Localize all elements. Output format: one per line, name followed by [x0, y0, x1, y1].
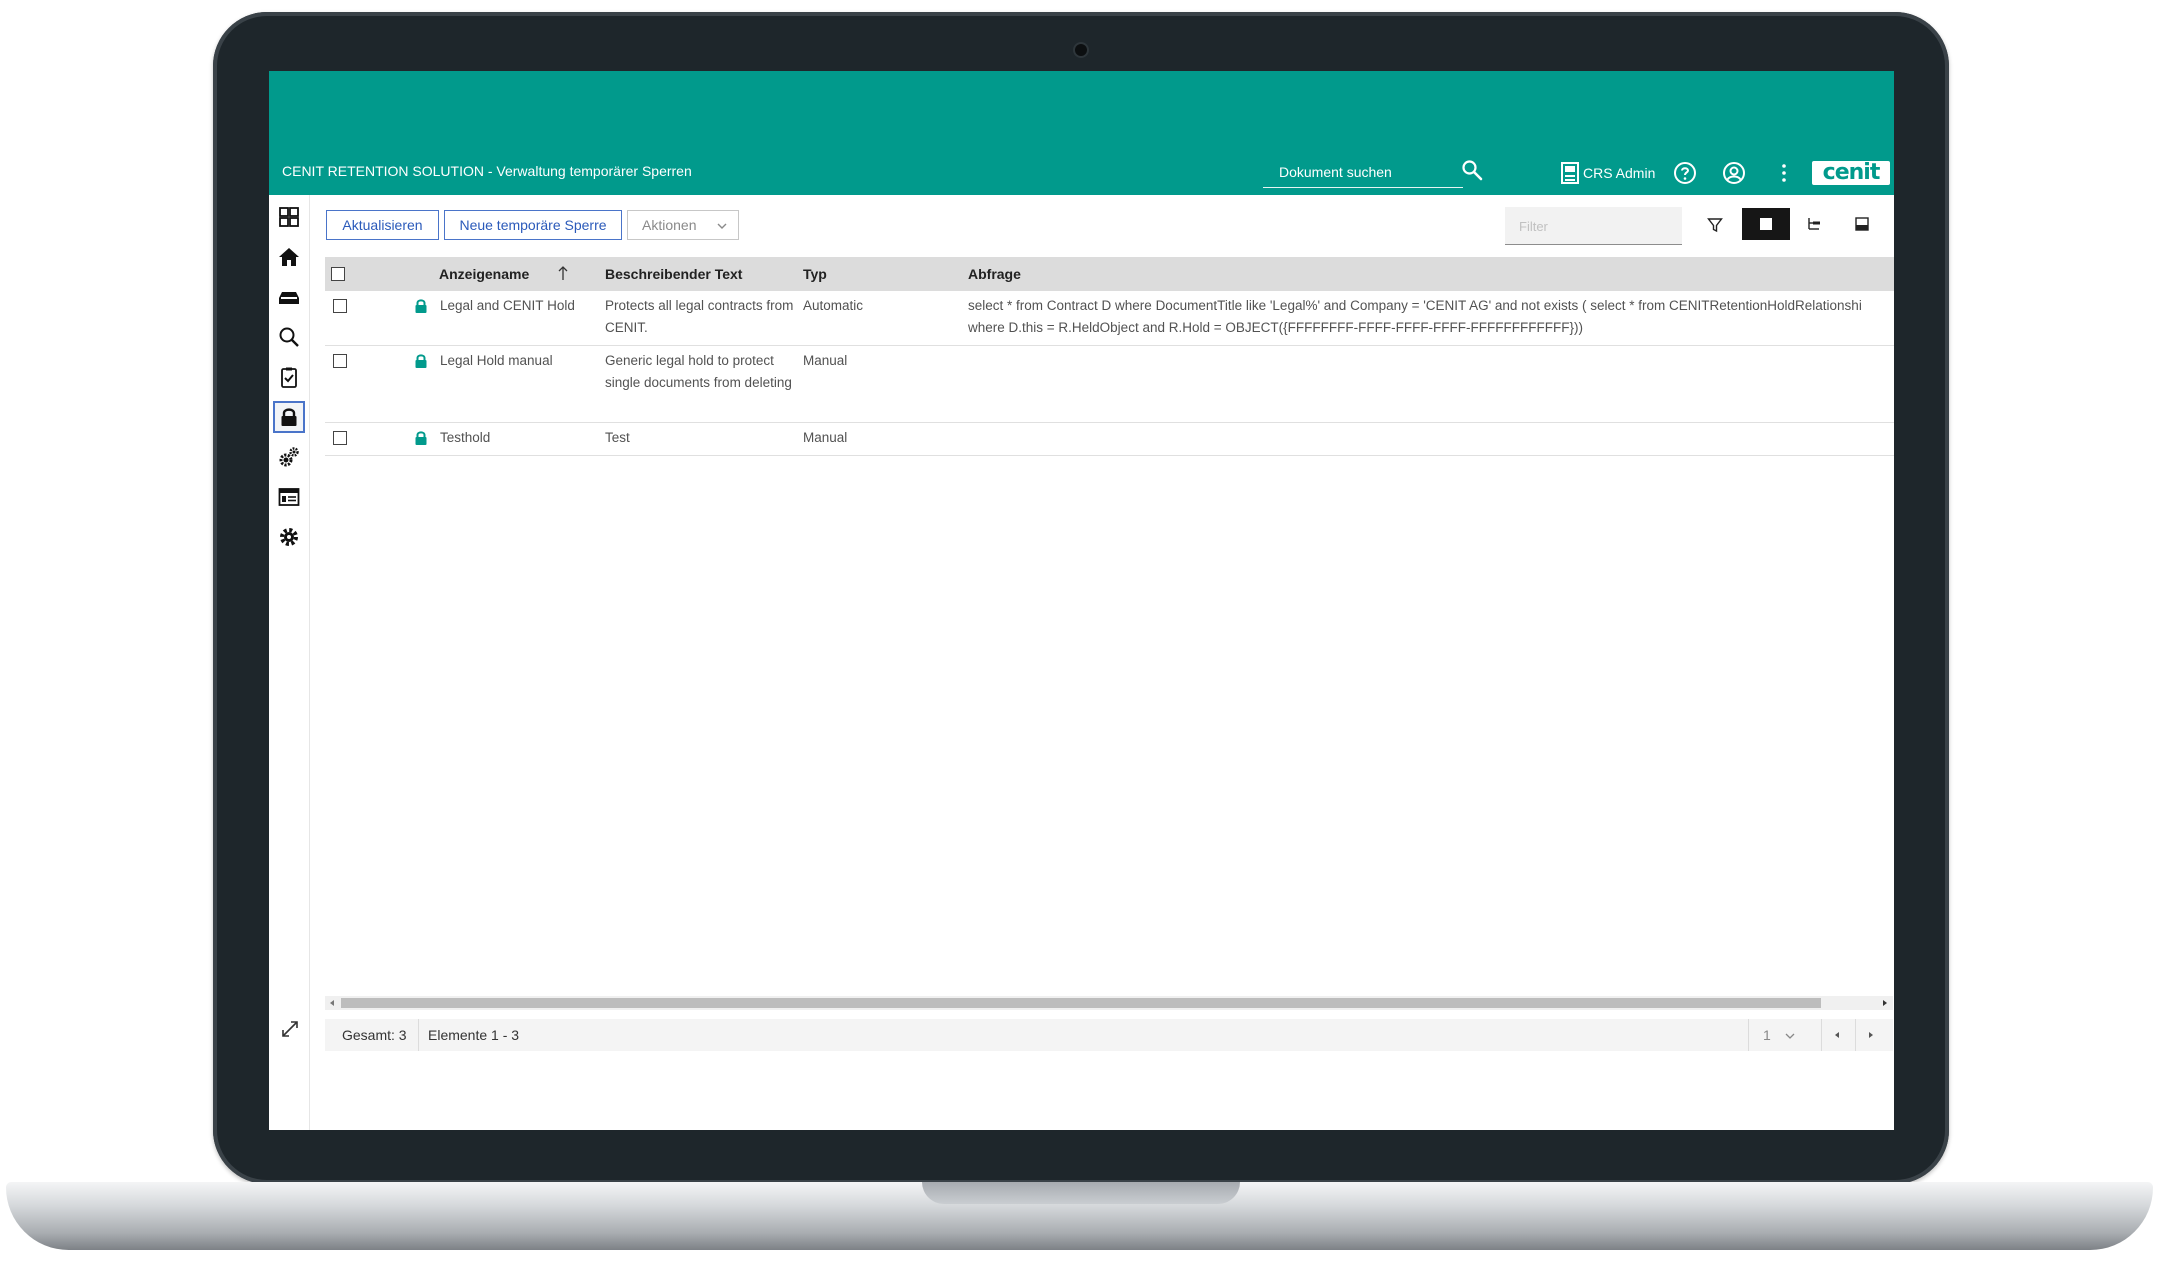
horizontal-scrollbar[interactable]: [325, 996, 1893, 1010]
footer-divider: [1821, 1019, 1822, 1051]
row-checkbox[interactable]: [333, 299, 347, 313]
nav-item-forms[interactable]: [273, 481, 305, 513]
nav-item-home[interactable]: [273, 241, 305, 273]
cenit-logo: cenit: [1812, 161, 1890, 185]
hold-description: Protects all legal contracts from CENIT.: [605, 298, 794, 335]
nav-item-processes[interactable]: [273, 441, 305, 473]
actions-dropdown[interactable]: Aktionen: [627, 210, 739, 240]
filter-funnel-icon: [1707, 218, 1723, 233]
next-page-icon[interactable]: [1866, 1030, 1876, 1040]
chevron-down-icon: [1785, 1033, 1795, 1039]
scroll-right-icon[interactable]: [1880, 998, 1890, 1008]
refresh-button[interactable]: Aktualisieren: [326, 210, 439, 240]
settings-gear-icon: [280, 528, 298, 546]
webcam: [1075, 44, 1087, 56]
magazine-view-icon: [1855, 217, 1869, 231]
nav-item-holds[interactable]: [273, 401, 305, 433]
filter-button[interactable]: [1702, 212, 1728, 238]
user-profile-icon[interactable]: [1722, 161, 1746, 185]
previous-page-icon[interactable]: [1832, 1030, 1842, 1040]
dashboard-icon: [279, 207, 299, 227]
table-header: Anzeigename Beschreibender Text Typ Abfr…: [325, 257, 1894, 291]
hold-name: Legal Hold manual: [440, 353, 553, 368]
nav-item-inbox[interactable]: [273, 281, 305, 313]
page-number: 1: [1763, 1027, 1771, 1043]
hold-name: Legal and CENIT Hold: [440, 298, 575, 313]
row-checkbox[interactable]: [333, 431, 347, 445]
table-footer: Gesamt: 3 Elemente 1 - 3 1: [325, 1019, 1893, 1051]
hold-type: Manual: [803, 430, 848, 445]
hold-type: Automatic: [803, 298, 864, 313]
nav-item-dashboard[interactable]: [273, 201, 305, 233]
app-title: CENIT RETENTION SOLUTION - Verwaltung te…: [282, 163, 692, 179]
hold-description: Test: [605, 430, 630, 445]
home-icon: [279, 248, 299, 266]
table-row[interactable]: Testhold Test Manual: [325, 423, 1894, 456]
expand-icon[interactable]: [279, 1018, 301, 1040]
more-options-icon[interactable]: [1772, 161, 1796, 185]
tree-view-icon: [1808, 218, 1820, 230]
column-header-query[interactable]: Abfrage: [968, 266, 1021, 282]
row-checkbox[interactable]: [333, 354, 347, 368]
column-header-type[interactable]: Typ: [803, 266, 827, 282]
left-navigation: [269, 195, 310, 1130]
total-count: Gesamt: 3: [342, 1027, 407, 1043]
search-icon: [279, 327, 299, 347]
sort-ascending-icon[interactable]: [557, 265, 569, 281]
hold-lock-icon: [415, 299, 427, 313]
search-icon[interactable]: [1461, 159, 1483, 181]
user-name: CRS Admin: [1583, 165, 1656, 181]
hold-name: Testhold: [440, 430, 491, 445]
items-range: Elemente 1 - 3: [428, 1027, 520, 1043]
details-view-icon: [1760, 218, 1772, 230]
details-view-button[interactable]: [1742, 208, 1790, 240]
document-search-input[interactable]: [1263, 159, 1449, 185]
help-icon[interactable]: [1673, 161, 1697, 185]
clipboard-check-icon: [281, 367, 297, 388]
filter-field[interactable]: [1505, 207, 1698, 246]
form-icon: [278, 488, 300, 506]
magazine-view-button[interactable]: [1838, 208, 1886, 240]
actions-label: Aktionen: [642, 217, 697, 233]
select-all-checkbox[interactable]: [331, 267, 345, 281]
document-search[interactable]: [1263, 159, 1463, 188]
inbox-icon: [279, 292, 299, 304]
hold-lock-icon: [415, 354, 427, 368]
hold-query: select * from Contract D where DocumentT…: [968, 298, 1862, 335]
nav-item-search[interactable]: [273, 321, 305, 353]
user-badge-icon: [1561, 162, 1579, 184]
footer-divider: [418, 1019, 419, 1051]
tree-view-button[interactable]: [1790, 208, 1838, 240]
filter-input[interactable]: [1505, 207, 1698, 246]
app-header: CENIT RETENTION SOLUTION - Verwaltung te…: [269, 71, 1894, 195]
nav-item-tasks[interactable]: [273, 361, 305, 393]
app-screen: CENIT RETENTION SOLUTION - Verwaltung te…: [269, 71, 1894, 1130]
table-row[interactable]: Legal and CENIT Hold Protects all legal …: [325, 291, 1894, 346]
laptop-notch: [922, 1182, 1240, 1204]
hold-type: Manual: [803, 353, 848, 368]
user-menu[interactable]: CRS Admin: [1561, 161, 1655, 185]
scroll-left-icon[interactable]: [327, 998, 337, 1008]
new-hold-button[interactable]: Neue temporäre Sperre: [444, 210, 622, 240]
chevron-down-icon: [717, 223, 727, 229]
column-header-description[interactable]: Beschreibender Text: [605, 266, 742, 282]
hold-description: Generic legal hold to protect single doc…: [605, 353, 792, 390]
hold-lock-icon: [415, 431, 427, 445]
page-select[interactable]: 1: [1749, 1019, 1809, 1051]
lock-icon: [281, 408, 297, 426]
gears-icon: [279, 447, 299, 467]
table-row[interactable]: Legal Hold manual Generic legal hold to …: [325, 346, 1894, 423]
nav-item-settings[interactable]: [273, 521, 305, 553]
footer-divider: [1855, 1019, 1856, 1051]
column-header-name[interactable]: Anzeigename: [439, 266, 529, 282]
scrollbar-thumb[interactable]: [341, 998, 1821, 1008]
